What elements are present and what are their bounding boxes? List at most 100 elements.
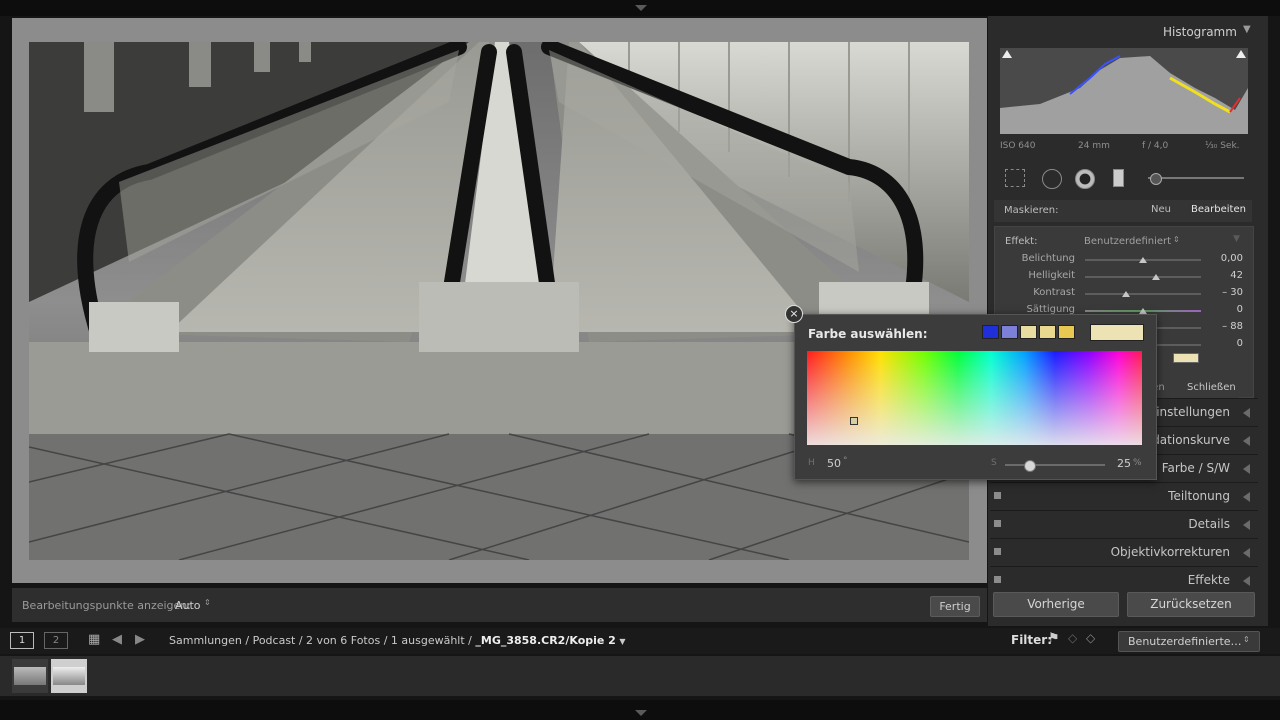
section-title: Details	[1188, 517, 1230, 531]
mask-slider-value[interactable]: – 30	[1207, 287, 1243, 298]
spot-removal-tool-icon[interactable]	[1042, 169, 1062, 189]
color-picker-cursor[interactable]	[850, 417, 858, 425]
section-title: Effekte	[1187, 573, 1230, 587]
filmstrip-thumb-2-selected[interactable]	[51, 659, 87, 693]
filter-label: Filter:	[1011, 633, 1053, 647]
flag-filter-icon[interactable]: ⚑	[1048, 631, 1060, 646]
panel-section-5[interactable]: Objektivkorrekturen	[990, 538, 1258, 565]
mask-slider-knob[interactable]	[1151, 274, 1160, 280]
color-swatch[interactable]	[1058, 325, 1075, 339]
mask-slider-knob[interactable]	[1121, 291, 1130, 297]
crop-tool-icon[interactable]	[1005, 169, 1025, 187]
photo-toolbar: Bearbeitungspunkte anzeigen: Auto ⇕	[12, 588, 987, 622]
section-expand-icon[interactable]	[1243, 548, 1250, 558]
top-panel-bar	[0, 0, 1280, 16]
saturation-label: S	[991, 458, 997, 468]
graduated-filter-tool-icon[interactable]	[1113, 169, 1124, 187]
mask-close-button[interactable]: Schließen	[1187, 382, 1236, 393]
saturation-slider-knob[interactable]	[1024, 460, 1036, 472]
mask-slider-value[interactable]: – 88	[1207, 321, 1243, 332]
section-expand-icon[interactable]	[1243, 436, 1250, 446]
breadcrumb-path: Sammlungen / Podcast / 2 von 6 Fotos / 1…	[169, 634, 476, 647]
hue-value[interactable]: 50	[827, 457, 841, 470]
panel-section-6[interactable]: Effekte	[990, 566, 1258, 587]
section-expand-icon[interactable]	[1243, 408, 1250, 418]
section-toggle-icon[interactable]	[994, 576, 1001, 583]
done-button[interactable]: Fertig	[930, 596, 980, 617]
hue-degree: °	[843, 456, 848, 466]
histogram-title: Histogramm	[1163, 25, 1237, 39]
filmstrip-thumb-1[interactable]	[12, 659, 48, 693]
mask-new-button[interactable]: Neu	[1151, 204, 1171, 215]
effect-dropdown[interactable]: Benutzerdefiniert	[1084, 236, 1171, 247]
color-swatch[interactable]	[1039, 325, 1056, 339]
filter-dropdown[interactable]: Benutzerdefinierte… ⇕	[1118, 631, 1260, 652]
effect-dropdown-arrows-icon[interactable]: ⇕	[1173, 235, 1180, 244]
section-toggle-icon[interactable]	[994, 520, 1001, 527]
section-expand-icon[interactable]	[1243, 492, 1250, 502]
reset-button[interactable]: Zurücksetzen	[1127, 592, 1255, 617]
color-spectrum-field[interactable]	[807, 351, 1142, 445]
mask-slider-track[interactable]	[1085, 293, 1201, 295]
saturation-value[interactable]: 25	[1117, 457, 1131, 470]
effect-label: Effekt:	[1005, 236, 1038, 247]
edit-points-dropdown[interactable]: Auto	[175, 599, 201, 612]
adjustment-brush-tool-icon[interactable]	[1150, 173, 1162, 185]
red-eye-tool-icon[interactable]	[1075, 169, 1095, 189]
section-title: Objektivkorrekturen	[1110, 545, 1230, 559]
section-toggle-icon[interactable]	[994, 492, 1001, 499]
second-window-button[interactable]: 2	[44, 632, 68, 649]
show-bottom-panel-icon[interactable]	[635, 710, 647, 716]
panel-section-4[interactable]: Details	[990, 510, 1258, 537]
back-arrow-icon[interactable]: ◀	[112, 632, 122, 647]
close-picker-icon[interactable]: ×	[785, 305, 803, 323]
section-title: dationskurve	[1152, 433, 1230, 447]
section-toggle-icon[interactable]	[994, 548, 1001, 555]
mask-slider-value[interactable]: 0	[1207, 304, 1243, 315]
photo-image[interactable]	[29, 42, 969, 560]
shadow-clipping-icon[interactable]	[1002, 50, 1012, 58]
color-swatch[interactable]	[982, 325, 999, 339]
tool-strip	[1000, 162, 1252, 196]
histogram-chart	[1000, 48, 1248, 134]
mask-slider-knob[interactable]	[1139, 257, 1147, 263]
adjustment-brush-slider[interactable]	[1148, 177, 1244, 179]
highlight-clipping-icon[interactable]	[1236, 50, 1246, 58]
main-window-button[interactable]: 1	[10, 632, 34, 649]
color-swatch[interactable]	[1001, 325, 1018, 339]
mask-slider-label: Kontrast	[1033, 287, 1075, 298]
dropdown-arrows-icon[interactable]: ⇕	[204, 598, 211, 607]
effect-collapse-icon[interactable]: ▼	[1233, 234, 1240, 244]
saturation-slider[interactable]	[1005, 464, 1105, 466]
mask-header: Maskieren: Neu Bearbeiten	[994, 200, 1252, 222]
forward-arrow-icon[interactable]: ▶	[135, 632, 145, 647]
mask-color-swatch[interactable]	[1173, 353, 1199, 363]
mask-edit-button[interactable]: Bearbeiten	[1191, 204, 1246, 215]
previous-button[interactable]: Vorherige	[993, 592, 1119, 617]
panel-section-3[interactable]: Teiltonung	[990, 482, 1258, 509]
mask-slider-row: Kontrast – 30	[995, 285, 1253, 302]
section-expand-icon[interactable]	[1243, 576, 1250, 586]
section-expand-icon[interactable]	[1243, 520, 1250, 530]
section-title: Farbe / S/W	[1161, 461, 1230, 475]
histogram-collapse-icon[interactable]: ▼	[1243, 24, 1251, 35]
breadcrumb[interactable]: Sammlungen / Podcast / 2 von 6 Fotos / 1…	[169, 634, 626, 647]
mask-slider-value[interactable]: 0	[1207, 338, 1243, 349]
unflagged-filter-icon[interactable]: ◇	[1068, 631, 1077, 645]
rejected-filter-icon[interactable]: ◇	[1086, 631, 1095, 645]
exif-aperture: f / 4,0	[1142, 141, 1169, 151]
color-swatch[interactable]	[1020, 325, 1037, 339]
bottom-panel-bar	[0, 700, 1280, 720]
grid-view-icon[interactable]: ▦	[88, 632, 100, 647]
breadcrumb-file: _MG_3858.CR2/Kopie 2	[475, 634, 616, 647]
filter-dropdown-arrows-icon: ⇕	[1243, 635, 1250, 644]
filmstrip	[0, 656, 1280, 696]
breadcrumb-dropdown-icon[interactable]: ▼	[619, 637, 625, 646]
mask-slider-value[interactable]: 42	[1207, 270, 1243, 281]
mask-slider-value[interactable]: 0,00	[1207, 253, 1243, 264]
show-top-panel-icon[interactable]	[635, 5, 647, 11]
section-expand-icon[interactable]	[1243, 464, 1250, 474]
saturation-percent: %	[1133, 458, 1142, 468]
exif-focal-length: 24 mm	[1078, 141, 1110, 151]
mask-slider-track[interactable]	[1085, 276, 1201, 278]
